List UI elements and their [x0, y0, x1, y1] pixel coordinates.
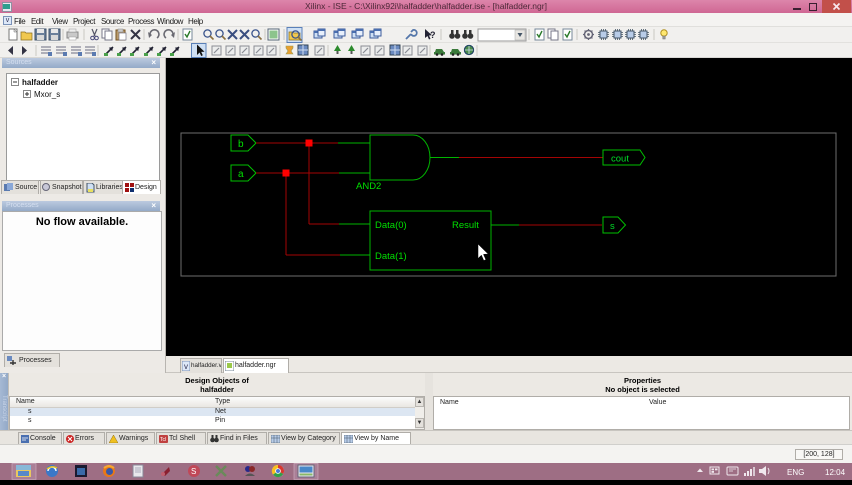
svg-text:b: b — [238, 139, 244, 150]
svg-text:a: a — [238, 169, 244, 180]
svg-text:Mxor_s: Mxor_s — [34, 90, 60, 99]
svg-text:ENG: ENG — [787, 468, 804, 477]
svg-text:AND2: AND2 — [356, 181, 381, 192]
svg-text:S: S — [191, 467, 196, 476]
svg-text:v: v — [184, 362, 188, 371]
svg-text:Data(0): Data(0) — [375, 220, 407, 231]
svg-text:Data(1): Data(1) — [375, 251, 407, 262]
svg-text:Tcl: Tcl — [160, 437, 166, 443]
svg-text:cout: cout — [611, 154, 629, 165]
svg-text:halfadder: halfadder — [22, 78, 58, 87]
svg-text:12:04: 12:04 — [825, 468, 846, 477]
svg-text:Result: Result — [452, 220, 479, 231]
svg-text:s: s — [610, 221, 615, 232]
